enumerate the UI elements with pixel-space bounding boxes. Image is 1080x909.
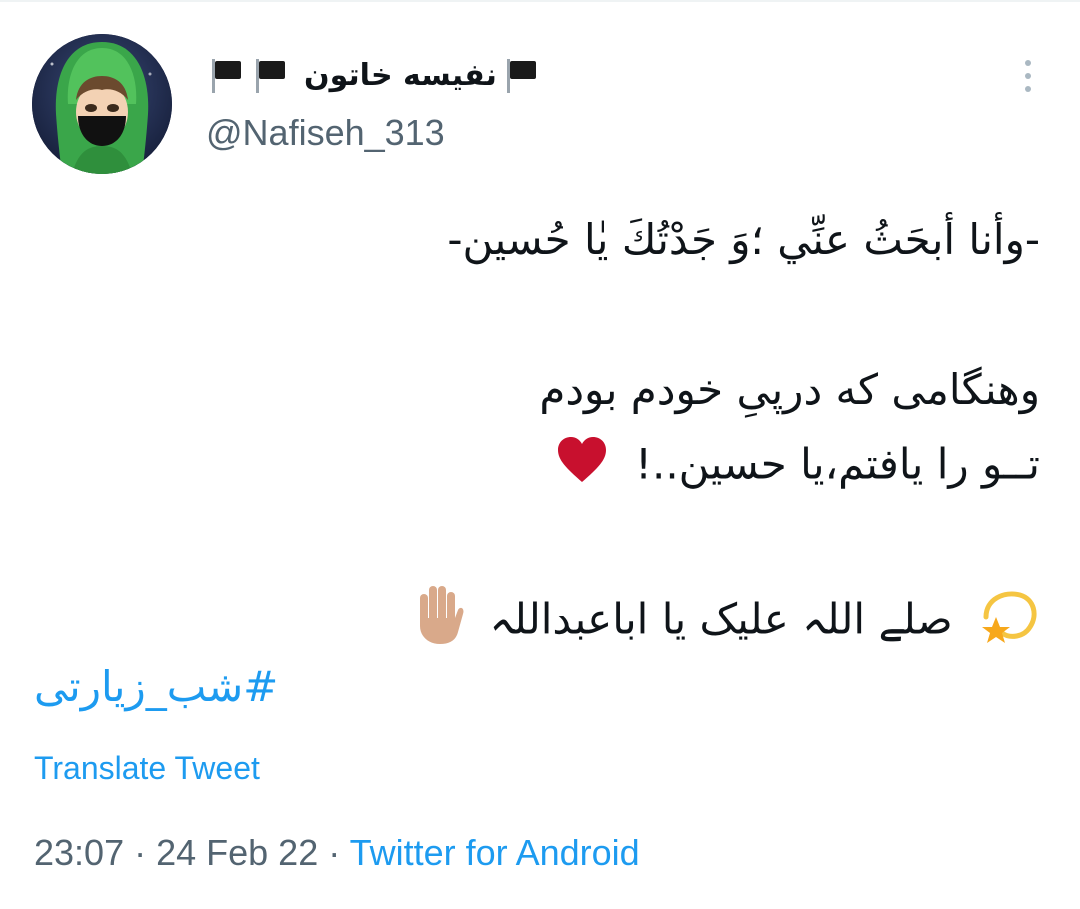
tweet-text-line-3: تــو را یافتم،یا حسین..! [556, 436, 1040, 498]
dizzy-star-icon [978, 587, 1040, 657]
black-flag-icon [501, 55, 541, 95]
display-name-row[interactable]: نفیسه خاتون [206, 50, 541, 100]
tweet-date[interactable]: 24 Feb 22 [156, 832, 318, 873]
hashtag-link[interactable]: #شب_زیارتی [34, 662, 278, 711]
meta-separator: · [124, 832, 157, 873]
translate-tweet-link[interactable]: Translate Tweet [34, 750, 260, 787]
divider [0, 0, 1080, 2]
heart-icon [556, 436, 608, 498]
tweet-source-link[interactable]: Twitter for Android [350, 832, 640, 873]
raised-hand-icon [412, 584, 466, 660]
black-flag-icon [206, 55, 246, 95]
tweet-text-line-3-text: تــو را یافتم،یا حسین..! [635, 439, 1040, 489]
black-flag-icon [250, 55, 290, 95]
tweet-metadata: 23:07 · 24 Feb 22 · Twitter for Android [34, 832, 640, 874]
display-name: نفیسه خاتون [304, 57, 497, 93]
more-dot-icon [1025, 60, 1031, 66]
tweet-time[interactable]: 23:07 [34, 832, 124, 873]
more-dot-icon [1025, 86, 1031, 92]
avatar[interactable] [32, 34, 172, 174]
more-options-button[interactable] [1010, 56, 1046, 96]
more-dot-icon [1025, 73, 1031, 79]
meta-separator: · [318, 832, 350, 873]
user-handle[interactable]: @Nafiseh_313 [206, 112, 445, 154]
tweet-text-line-2: وهنگامی که درپیِ خودم بودم [539, 365, 1040, 414]
tweet-text-line-4-text: صلے اللہ علیک یا اباعبداللہ [489, 594, 953, 644]
tweet-text-line-4: صلے اللہ علیک یا اباعبداللہ [412, 584, 1040, 660]
tweet-text-line-1: -وأنا أبحَثُ عنِّي ؛وَ جَدْتُكَ يٰا حُسي… [447, 215, 1040, 264]
avatar-image [32, 34, 172, 174]
tweet-card: نفیسه خاتون @Nafiseh_313 -وأنا أبحَثُ عن… [0, 0, 1080, 909]
